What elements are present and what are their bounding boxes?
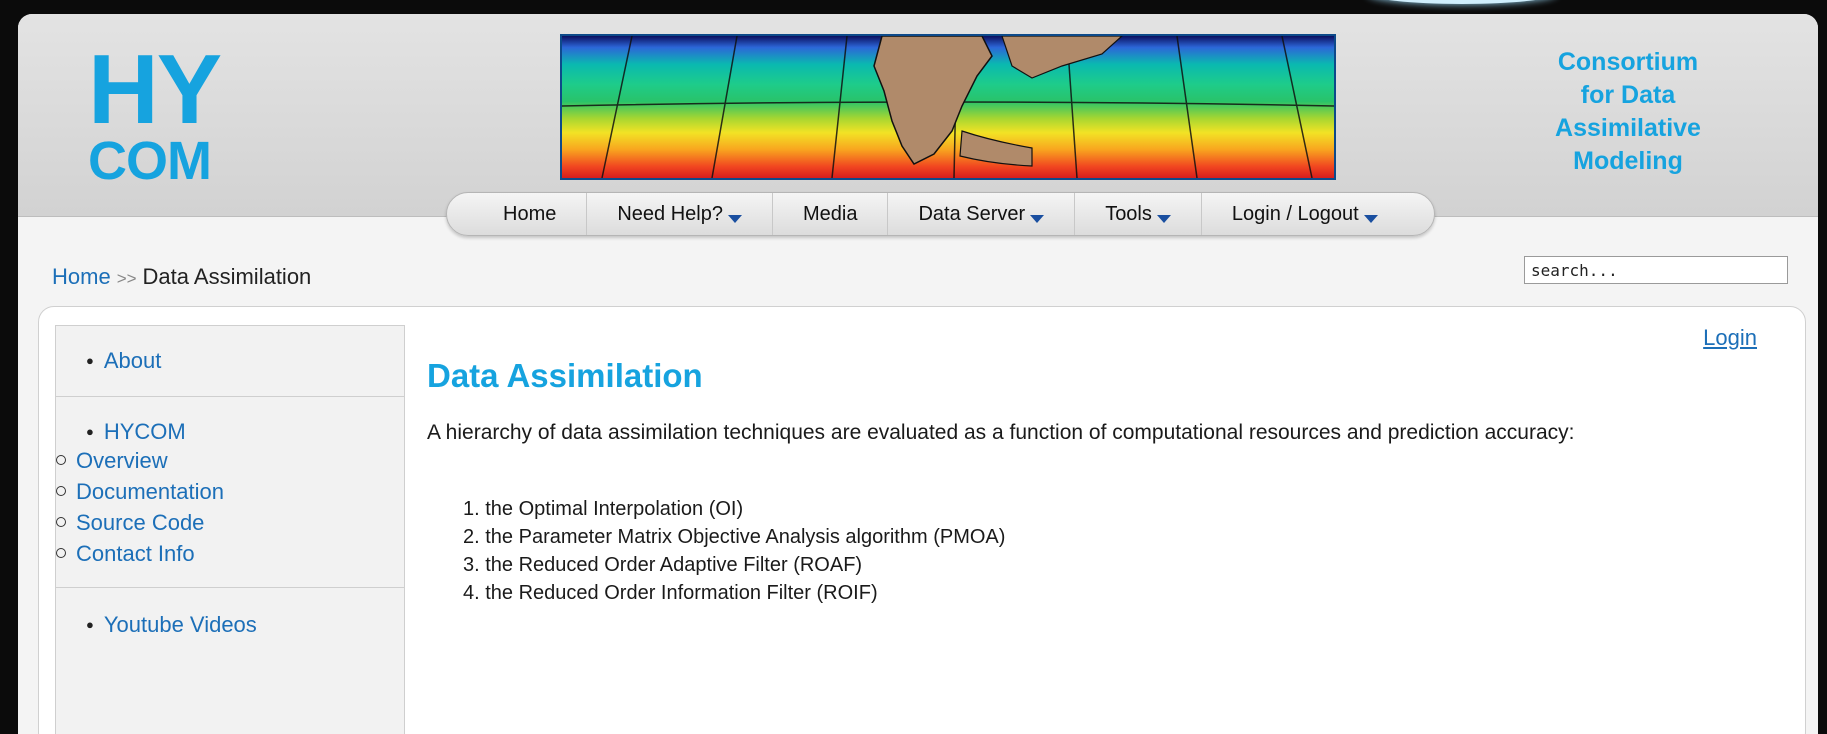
breadcrumb-home[interactable]: Home	[52, 264, 111, 289]
sidebar-link-hycom[interactable]: HYCOM	[104, 419, 186, 444]
login-link[interactable]: Login	[1703, 325, 1757, 351]
sidebar-link-about[interactable]: About	[104, 348, 162, 373]
content-panel: ● About ● HYCOM Overview Documentation Sou…	[38, 306, 1806, 734]
bullet-icon: ●	[86, 617, 94, 632]
list-item: 4. the Reduced Order Information Filter …	[463, 582, 878, 604]
sidebar-link-source-code[interactable]: Source Code	[76, 510, 204, 535]
circle-bullet-icon	[56, 548, 66, 558]
sidebar-link-documentation[interactable]: Documentation	[76, 479, 224, 504]
logo-line-2: COM	[88, 131, 212, 191]
nav-home[interactable]: Home	[473, 193, 586, 235]
sidebar-subitem-documentation: Documentation	[56, 476, 404, 507]
consortium-line: Consortium	[1557, 48, 1699, 76]
sidebar-item-about: ● About	[56, 326, 404, 374]
nav-tools[interactable]: Tools	[1074, 193, 1201, 235]
consortium-title: Consortium for Data Assimilative Modelin…	[1538, 46, 1718, 178]
sidebar-link-overview[interactable]: Overview	[76, 448, 168, 473]
chevron-down-icon	[1030, 215, 1045, 223]
top-glow	[1367, 0, 1557, 4]
search-input[interactable]	[1524, 256, 1788, 284]
list-item: 1. the Optimal Interpolation (OI)	[463, 498, 744, 520]
intro-paragraph: A hierarchy of data assimilation techniq…	[427, 421, 1575, 444]
sidebar-section-youtube: ● Youtube Videos	[56, 588, 404, 668]
sidebar-subitem-source-code: Source Code	[56, 507, 404, 538]
bullet-icon: ●	[86, 424, 94, 439]
sidebar-section-hycom: ● HYCOM Overview Documentation Source Cod…	[56, 397, 404, 588]
sidebar: ● About ● HYCOM Overview Documentation Sou…	[55, 325, 405, 734]
consortium-line: Modeling	[1573, 147, 1683, 175]
chevron-down-icon	[1156, 215, 1171, 223]
sidebar-link-contact-info[interactable]: Contact Info	[76, 541, 195, 566]
breadcrumb-separator: >>	[116, 269, 137, 288]
hycom-logo[interactable]: HY COM	[88, 34, 222, 191]
ocean-map-banner	[560, 34, 1336, 180]
sidebar-sublist: Overview Documentation Source Code Conta…	[56, 445, 404, 569]
page-title: Data Assimilation	[427, 357, 703, 394]
technique-list: 1. the Optimal Interpolation (OI) 2. the…	[463, 495, 1005, 607]
consortium-line: for Data	[1580, 81, 1676, 109]
logo-line-1: HY	[88, 34, 222, 144]
list-item-text: the Parameter Matrix Objective Analysis …	[485, 526, 1006, 548]
circle-bullet-icon	[56, 486, 66, 496]
nav-login-logout-label: Login / Logout	[1231, 202, 1359, 225]
circle-bullet-icon	[56, 455, 66, 465]
chevron-down-icon	[1363, 215, 1378, 223]
site-header: HY COM Consortium for Data Assimilative …	[18, 14, 1818, 217]
nav-data-server[interactable]: Data Server	[887, 193, 1074, 235]
chevron-down-icon	[727, 215, 742, 223]
nav-data-server-label: Data Server	[918, 202, 1026, 225]
nav-login-logout[interactable]: Login / Logout	[1200, 193, 1408, 235]
nav-need-help-label: Need Help?	[617, 202, 723, 225]
nav-need-help[interactable]: Need Help?	[586, 193, 772, 235]
sidebar-subitem-overview: Overview	[56, 445, 404, 476]
page: HY COM Consortium for Data Assimilative …	[18, 14, 1818, 734]
list-item: 2. the Parameter Matrix Objective Analys…	[463, 526, 1006, 548]
ocean-map-image	[562, 36, 1334, 178]
sidebar-link-youtube[interactable]: Youtube Videos	[104, 612, 257, 637]
consortium-line: Assimilative	[1555, 114, 1701, 142]
sidebar-item-hycom: ● HYCOM	[56, 397, 404, 445]
circle-bullet-icon	[56, 517, 66, 527]
sidebar-item-youtube: ● Youtube Videos	[56, 588, 404, 638]
list-item-text: the Reduced Order Information Filter (RO…	[485, 582, 878, 604]
list-item-text: the Reduced Order Adaptive Filter (ROAF)	[485, 554, 863, 576]
sidebar-section-about: ● About	[56, 326, 404, 397]
list-item-text: the Optimal Interpolation (OI)	[485, 498, 744, 520]
bullet-icon: ●	[86, 353, 94, 368]
sidebar-subitem-contact-info: Contact Info	[56, 538, 404, 569]
nav-media-label: Media	[802, 202, 858, 225]
breadcrumb-current: Data Assimilation	[142, 264, 312, 289]
list-item: 3. the Reduced Order Adaptive Filter (RO…	[463, 554, 863, 576]
main-nav: Home Need Help? Media Data Server Tools …	[446, 192, 1435, 236]
breadcrumb: Home >> Data Assimilation	[52, 264, 311, 290]
nav-media[interactable]: Media	[771, 193, 887, 235]
nav-home-label: Home	[503, 202, 557, 225]
nav-tools-label: Tools	[1105, 202, 1152, 225]
